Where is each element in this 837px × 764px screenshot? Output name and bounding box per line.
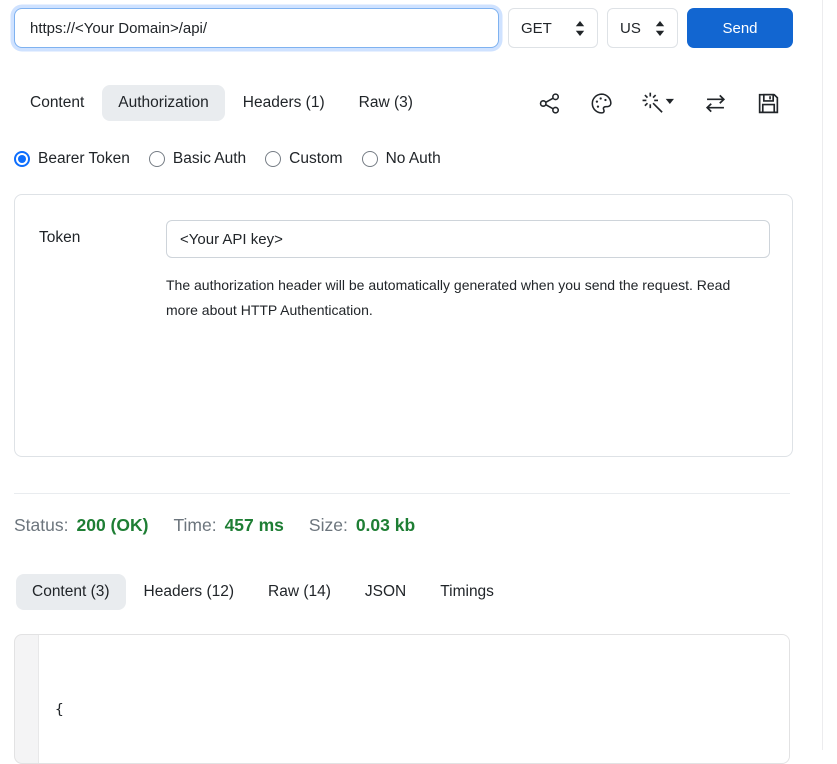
tab-response-raw[interactable]: Raw (14) <box>252 574 347 610</box>
updown-arrows-icon <box>655 21 665 36</box>
radio-selected-icon[interactable] <box>14 151 30 167</box>
page-edge-divider <box>822 0 823 750</box>
tab-response-headers[interactable]: Headers (12) <box>128 574 250 610</box>
token-row: Token <box>39 220 770 258</box>
size-value: 0.03 kb <box>356 515 415 536</box>
region-select[interactable]: US <box>607 8 678 48</box>
request-toolbar <box>537 90 793 117</box>
radio-unselected-icon[interactable] <box>149 151 165 167</box>
tab-content[interactable]: Content <box>14 85 100 121</box>
radio-label: Bearer Token <box>38 150 130 168</box>
tab-authorization[interactable]: Authorization <box>102 85 224 121</box>
tab-response-content[interactable]: Content (3) <box>16 574 126 610</box>
magic-wand-dropdown-icon[interactable] <box>641 91 675 116</box>
json-open-brace: { <box>55 698 773 723</box>
updown-arrows-icon <box>575 21 585 36</box>
radio-unselected-icon[interactable] <box>265 151 281 167</box>
size-label: Size: <box>309 515 348 536</box>
response-body-card: { "message": "API running." } <box>14 634 790 764</box>
tab-response-json[interactable]: JSON <box>349 574 422 610</box>
time-item: Time: 457 ms <box>173 515 283 536</box>
method-select-value: GET <box>521 20 552 37</box>
section-divider <box>14 493 790 494</box>
auth-help-text: The authorization header will be automat… <box>166 273 758 323</box>
radio-custom[interactable]: Custom <box>265 150 342 168</box>
response-tabs: Content (3) Headers (12) Raw (14) JSON T… <box>16 574 793 610</box>
request-tabs: Content Authorization Headers (1) Raw (3… <box>14 85 793 121</box>
share-icon[interactable] <box>537 91 562 116</box>
url-input[interactable] <box>14 8 499 48</box>
size-item: Size: 0.03 kb <box>309 515 415 536</box>
token-input[interactable] <box>166 220 770 258</box>
time-value: 457 ms <box>225 515 284 536</box>
response-json-code: { "message": "API running." } <box>38 635 789 763</box>
tab-raw[interactable]: Raw (3) <box>343 85 429 121</box>
radio-label: Basic Auth <box>173 150 246 168</box>
radio-basic-auth[interactable]: Basic Auth <box>149 150 246 168</box>
response-summary: Status: 200 (OK) Time: 457 ms Size: 0.03… <box>14 515 793 536</box>
swap-arrows-icon[interactable] <box>702 90 729 117</box>
radio-bearer-token[interactable]: Bearer Token <box>14 150 130 168</box>
send-button[interactable]: Send <box>687 8 793 48</box>
auth-panel: Token The authorization header will be a… <box>14 194 793 457</box>
time-label: Time: <box>173 515 216 536</box>
save-icon[interactable] <box>756 91 781 116</box>
token-label: Token <box>39 220 166 258</box>
region-select-value: US <box>620 20 641 37</box>
tab-response-timings[interactable]: Timings <box>424 574 510 610</box>
method-select[interactable]: GET <box>508 8 598 48</box>
request-bar: GET US Send <box>14 8 793 48</box>
radio-no-auth[interactable]: No Auth <box>362 150 441 168</box>
tab-headers[interactable]: Headers (1) <box>227 85 341 121</box>
status-label: Status: <box>14 515 68 536</box>
palette-icon[interactable] <box>589 91 614 116</box>
status-item: Status: 200 (OK) <box>14 515 148 536</box>
radio-unselected-icon[interactable] <box>362 151 378 167</box>
api-client-page: GET US Send Content Authorization Header… <box>0 0 793 764</box>
auth-type-options: Bearer Token Basic Auth Custom No Auth <box>14 150 793 168</box>
radio-label: No Auth <box>386 150 441 168</box>
radio-label: Custom <box>289 150 342 168</box>
status-value: 200 (OK) <box>76 515 148 536</box>
